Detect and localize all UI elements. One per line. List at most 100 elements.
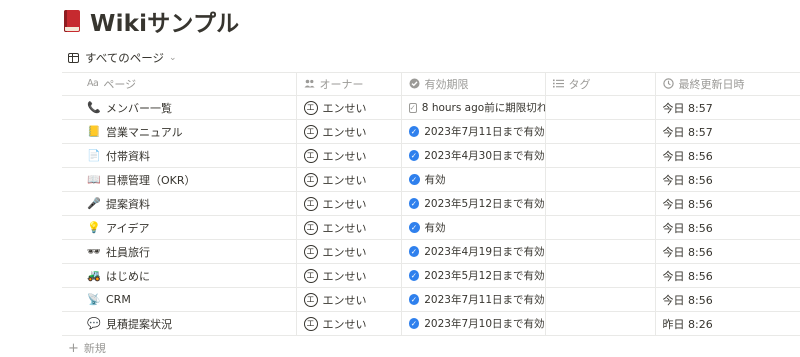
speech-bubble-icon: 💬 bbox=[87, 317, 101, 330]
avatar: エ bbox=[303, 100, 318, 115]
verification-cell[interactable]: ✓ 2023年4月30日まで有効 bbox=[401, 143, 546, 168]
verified-badge-icon: ✓ bbox=[408, 270, 420, 281]
owner-cell[interactable]: エエンせい bbox=[296, 143, 402, 168]
page-title-row: Wikiサンプル bbox=[62, 4, 239, 38]
table-icon bbox=[68, 53, 79, 63]
page-cell[interactable]: 🚜 はじめに bbox=[62, 263, 297, 288]
verification-cell[interactable]: ✓ 有効 bbox=[401, 215, 546, 240]
column-header-tags-label: タグ bbox=[568, 77, 591, 91]
owner-cell[interactable]: エエンせい bbox=[296, 263, 402, 288]
page-cell[interactable]: 📖 目標管理（OKR） bbox=[62, 167, 297, 192]
owner-cell[interactable]: エエンせい bbox=[296, 239, 402, 264]
verified-badge-icon: ✓ bbox=[408, 174, 420, 185]
folder-icon: 📒 bbox=[87, 125, 101, 138]
owner-cell[interactable]: エエンせい bbox=[296, 119, 402, 144]
page-name[interactable]: 提案資料 bbox=[106, 196, 150, 212]
owner-name: エンせい bbox=[322, 221, 367, 235]
owner-cell[interactable]: エエンせい bbox=[296, 95, 402, 120]
avatar: エ bbox=[303, 196, 318, 211]
verification-cell[interactable]: ✓ 有効 bbox=[401, 167, 546, 192]
tags-cell[interactable] bbox=[545, 191, 656, 216]
verification-status: 8 hours ago前に期限切れ bbox=[421, 102, 545, 114]
owner-cell[interactable]: エエンせい bbox=[296, 311, 402, 336]
page-cell[interactable]: 📒 営業マニュアル bbox=[62, 119, 297, 144]
owner-cell[interactable]: エエンせい bbox=[296, 215, 402, 240]
last-updated-time: 今日 8:56 bbox=[662, 221, 713, 235]
view-selector[interactable]: すべてのページ ⌄ bbox=[68, 48, 177, 68]
column-header-verification[interactable]: 有効期限 bbox=[401, 72, 546, 96]
table-row[interactable]: 📒 営業マニュアル エエンせい ✓ 2023年7月11日まで有効 今日 8:57 bbox=[62, 119, 800, 144]
table-row[interactable]: 🎤 提案資料 エエンせい ✓ 2023年5月12日まで有効 今日 8:56 bbox=[62, 191, 800, 216]
owner-cell[interactable]: エエンせい bbox=[296, 167, 402, 192]
page-cell[interactable]: 📄 付帯資料 bbox=[62, 143, 297, 168]
page-title[interactable]: Wikiサンプル bbox=[90, 4, 239, 38]
page-name[interactable]: メンバー一覧 bbox=[106, 100, 172, 116]
page-name[interactable]: はじめに bbox=[106, 268, 150, 284]
verification-cell[interactable]: ✓ 2023年5月12日まで有効 bbox=[401, 263, 546, 288]
table-row[interactable]: 📞 メンバー一覧 エエンせい ✓ 8 hours ago前に期限切れ 今日 8:57 bbox=[62, 95, 800, 120]
owner-cell[interactable]: エエンせい bbox=[296, 287, 402, 312]
page-cell[interactable]: 💡 アイデア bbox=[62, 215, 297, 240]
page-name[interactable]: 目標管理（OKR） bbox=[106, 172, 196, 188]
tags-cell[interactable] bbox=[545, 119, 656, 144]
column-header-tags[interactable]: タグ bbox=[545, 72, 656, 96]
tags-cell[interactable] bbox=[545, 263, 656, 288]
page-cell[interactable]: 🎤 提案資料 bbox=[62, 191, 297, 216]
page-cell[interactable]: 🕶 社員旅行 bbox=[62, 239, 297, 264]
table-row[interactable]: 📄 付帯資料 エエンせい ✓ 2023年4月30日まで有効 今日 8:56 bbox=[62, 143, 800, 168]
verified-badge-icon: ✓ bbox=[408, 318, 420, 329]
last-updated-time: 今日 8:57 bbox=[662, 125, 713, 139]
red-book-icon[interactable] bbox=[62, 9, 82, 33]
page-name[interactable]: CRM bbox=[106, 293, 131, 306]
tags-cell[interactable] bbox=[545, 143, 656, 168]
table-row[interactable]: 📡 CRM エエンせい ✓ 2023年7月11日まで有効 今日 8:56 bbox=[62, 287, 800, 312]
tags-cell[interactable] bbox=[545, 215, 656, 240]
text-type-icon: Aa bbox=[87, 78, 99, 89]
owner-name: エンせい bbox=[322, 173, 367, 187]
wiki-table: Aa ページ オーナー 有効期限 タグ 最終更新日時 📞 メンバー一覧 エ エン… bbox=[62, 72, 800, 336]
last-updated-time: 今日 8:56 bbox=[662, 173, 713, 187]
page-name[interactable]: 営業マニュアル bbox=[106, 124, 183, 140]
page-cell[interactable]: 📞 メンバー一覧 bbox=[62, 95, 297, 120]
tags-cell[interactable] bbox=[545, 167, 656, 192]
verified-badge-icon: ✓ bbox=[408, 126, 420, 137]
column-header-page[interactable]: Aa ページ bbox=[62, 72, 297, 96]
page-name[interactable]: 見積提案状況 bbox=[106, 316, 172, 332]
column-header-owner[interactable]: オーナー bbox=[296, 72, 402, 96]
verification-cell[interactable]: ✓ 2023年4月19日まで有効 bbox=[401, 239, 546, 264]
table-row[interactable]: 🚜 はじめに エエンせい ✓ 2023年5月12日まで有効 今日 8:56 bbox=[62, 263, 800, 288]
verification-cell[interactable]: ✓ 2023年7月11日まで有効 bbox=[401, 119, 546, 144]
open-book-icon: 📖 bbox=[87, 173, 101, 186]
page-name[interactable]: アイデア bbox=[106, 220, 149, 236]
last-updated-time: 昨日 8:26 bbox=[662, 317, 713, 331]
verification-status: 2023年7月11日まで有効 bbox=[424, 126, 545, 138]
tags-cell[interactable] bbox=[545, 311, 656, 336]
verification-cell[interactable]: ✓ 2023年5月12日まで有効 bbox=[401, 191, 546, 216]
column-header-updated[interactable]: 最終更新日時 bbox=[655, 72, 800, 96]
table-row[interactable]: 🕶 社員旅行 エエンせい ✓ 2023年4月19日まで有効 今日 8:56 bbox=[62, 239, 800, 264]
verification-status: 2023年7月11日まで有効 bbox=[424, 294, 545, 306]
satellite-icon: 📡 bbox=[87, 293, 101, 306]
verification-cell[interactable]: ✓ 2023年7月10日まで有効 bbox=[401, 311, 546, 336]
owner-name: エンせい bbox=[322, 125, 367, 139]
verification-cell[interactable]: ✓ 2023年7月11日まで有効 bbox=[401, 287, 546, 312]
table-row[interactable]: 💬 見積提案状況 エエンせい ✓ 2023年7月10日まで有効 昨日 8:26 bbox=[62, 311, 800, 336]
verification-cell[interactable]: ✓ 8 hours ago前に期限切れ bbox=[401, 95, 546, 120]
updated-cell: 今日 8:56 bbox=[655, 167, 800, 192]
owner-cell[interactable]: エエンせい bbox=[296, 191, 402, 216]
tags-cell[interactable] bbox=[545, 95, 656, 120]
page-cell[interactable]: 📡 CRM bbox=[62, 287, 297, 312]
tags-cell[interactable] bbox=[545, 239, 656, 264]
page-cell[interactable]: 💬 見積提案状況 bbox=[62, 311, 297, 336]
tags-cell[interactable] bbox=[545, 287, 656, 312]
table-row[interactable]: 💡 アイデア エエンせい ✓ 有効 今日 8:56 bbox=[62, 215, 800, 240]
avatar: エ bbox=[303, 220, 318, 235]
add-new-row-button[interactable]: + 新規 bbox=[68, 340, 106, 356]
table-row[interactable]: 📖 目標管理（OKR） エエンせい ✓ 有効 今日 8:56 bbox=[62, 167, 800, 192]
verified-badge-icon: ✓ bbox=[408, 222, 420, 233]
page-name[interactable]: 社員旅行 bbox=[106, 244, 150, 260]
plus-icon: + bbox=[68, 340, 79, 356]
verification-status: 2023年4月19日まで有効 bbox=[424, 246, 545, 258]
page-name[interactable]: 付帯資料 bbox=[106, 148, 150, 164]
verification-status: 有効 bbox=[424, 222, 446, 234]
